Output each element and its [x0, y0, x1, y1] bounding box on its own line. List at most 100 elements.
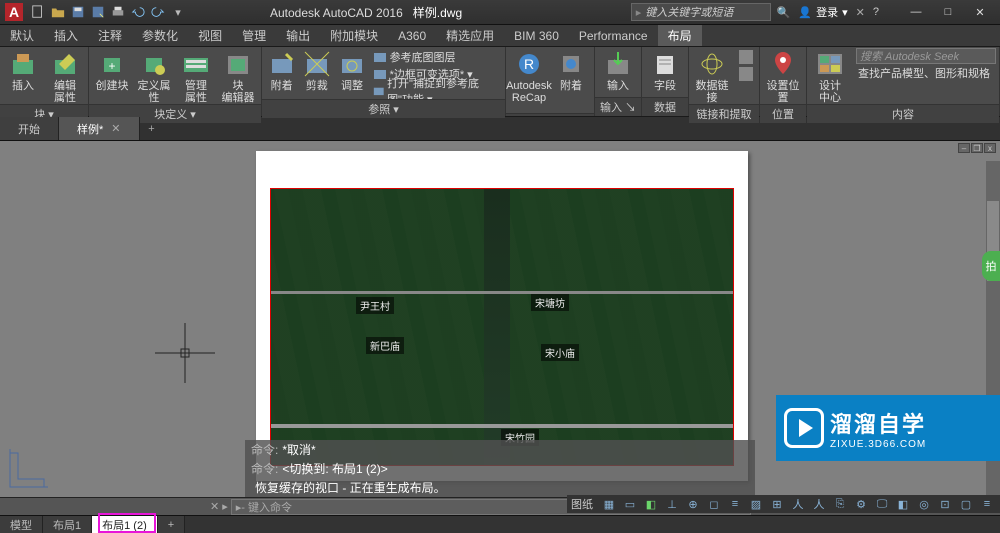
search-go-icon[interactable]: 🔍: [777, 6, 791, 19]
status-paper-icon[interactable]: ▭: [621, 496, 639, 512]
ribbon-tab-2[interactable]: 注释: [88, 25, 132, 46]
qat-save-icon[interactable]: [70, 4, 86, 20]
status-anno-icon[interactable]: 人: [789, 496, 807, 512]
qat-undo-icon[interactable]: [130, 4, 146, 20]
status-qp-icon[interactable]: ⊞: [768, 496, 786, 512]
ribbon-tab-4[interactable]: 视图: [188, 25, 232, 46]
ribbon-tab-10[interactable]: BIM 360: [504, 25, 569, 46]
layout-tab-2[interactable]: 布局1 (2): [92, 516, 158, 533]
panel-label-7[interactable]: 位置: [760, 104, 806, 123]
attach-button[interactable]: 附着: [265, 48, 298, 92]
panel-label-2[interactable]: 参照 ▾: [262, 99, 505, 118]
status-transparency-icon[interactable]: ▨: [747, 496, 765, 512]
status-grid-icon[interactable]: ▦: [600, 496, 618, 512]
qat-open-icon[interactable]: [50, 4, 66, 20]
qat-saveas-icon[interactable]: [90, 4, 106, 20]
layout-tab-add-button[interactable]: +: [158, 516, 185, 533]
edit-attr-button[interactable]: 编辑属性: [45, 48, 85, 104]
ribbon-tab-8[interactable]: A360: [388, 25, 436, 46]
manage-attr-button[interactable]: 管理属性: [176, 48, 216, 104]
status-ws-icon[interactable]: ⚙: [852, 496, 870, 512]
status-osnap-icon[interactable]: ◻: [705, 496, 723, 512]
drawing-area[interactable]: – ❐ x 尹王村宋塘坊新巴庙宋小庙宋竹园 命令:*取消*命令:<切换到: 布局…: [0, 141, 1000, 497]
status-custom-icon[interactable]: ≡: [978, 496, 996, 512]
cmdbar-arrow-icon[interactable]: ▸: [222, 500, 228, 513]
status-scale-icon[interactable]: ⎘: [831, 496, 849, 512]
map-label: 尹王村: [356, 297, 394, 314]
status-ortho-icon[interactable]: ⊥: [663, 496, 681, 512]
autodesk-seek-input[interactable]: 搜索 Autodesk Seek: [856, 48, 996, 64]
layout-tab-0[interactable]: 模型: [0, 516, 43, 533]
clip-button[interactable]: 剪裁: [300, 48, 333, 92]
status-units-icon[interactable]: ◧: [894, 496, 912, 512]
ribbon-tab-11[interactable]: Performance: [569, 25, 658, 46]
create-block-button[interactable]: +创建块: [92, 48, 132, 92]
block-editor-button[interactable]: 块编辑器: [218, 48, 258, 104]
doc-tab-add-button[interactable]: +: [140, 117, 164, 140]
status-monitor-icon[interactable]: 🖵: [873, 496, 891, 512]
status-isolate-icon[interactable]: ◎: [915, 496, 933, 512]
insert-button[interactable]: 插入: [3, 48, 43, 92]
underlay-layers-button[interactable]: 参考底图图层: [371, 48, 502, 65]
recap-button[interactable]: RAutodeskReCap: [509, 48, 549, 104]
doc-close-button[interactable]: x: [984, 143, 996, 153]
maximize-button[interactable]: □: [934, 2, 962, 22]
refresh-icon[interactable]: [736, 65, 756, 82]
qat-dropdown-icon[interactable]: ▾: [170, 4, 186, 20]
doc-tab-1[interactable]: 样例*✕: [59, 117, 140, 140]
svg-text:R: R: [524, 56, 534, 72]
ribbon-tab-0[interactable]: 默认: [0, 25, 44, 46]
layout-tab-1[interactable]: 布局1: [43, 516, 92, 533]
qat-print-icon[interactable]: [110, 4, 126, 20]
side-palette-handle[interactable]: 拍: [982, 251, 1000, 281]
status-snap-icon[interactable]: ◧: [642, 496, 660, 512]
watermark: 溜溜自学 ZIXUE.3D66.COM: [776, 395, 1000, 461]
btn-label: 块编辑器: [222, 80, 255, 104]
ribbon-tab-1[interactable]: 插入: [44, 25, 88, 46]
data-link-button[interactable]: 数据链接: [692, 48, 732, 104]
qat-new-icon[interactable]: [30, 4, 46, 20]
close-button[interactable]: ✕: [966, 2, 994, 22]
doctab-close-icon[interactable]: ✕: [111, 122, 120, 135]
signin-button[interactable]: 👤 登录 ▾: [798, 4, 847, 20]
set-location-button[interactable]: 设置位置: [763, 48, 803, 104]
ribbon-tab-6[interactable]: 输出: [276, 25, 320, 46]
ribbon-tab-3[interactable]: 参数化: [132, 25, 188, 46]
status-lwt-icon[interactable]: ≡: [726, 496, 744, 512]
help-icon[interactable]: ?: [873, 6, 879, 18]
import-button[interactable]: 输入: [598, 48, 638, 92]
status-hw-icon[interactable]: ⊡: [936, 496, 954, 512]
panel-label-8[interactable]: 内容: [807, 104, 999, 123]
panel-label-3[interactable]: [506, 113, 594, 116]
ribbon-tab-9[interactable]: 精选应用: [436, 25, 504, 46]
ribbon-tab-12[interactable]: 布局: [658, 25, 702, 46]
app-logo[interactable]: A: [5, 3, 23, 21]
def-attr-button[interactable]: 定义属性: [134, 48, 174, 104]
design-center-button[interactable]: 设计中心: [810, 48, 850, 104]
ribbon-tab-5[interactable]: 管理: [232, 25, 276, 46]
panel-label-5[interactable]: 数据: [642, 97, 688, 116]
doc-tab-0[interactable]: 开始: [0, 117, 59, 140]
status-mode-label[interactable]: 图纸: [571, 496, 593, 512]
adjust-icon: [338, 50, 366, 78]
ribbon-tab-7[interactable]: 附加模块: [320, 25, 388, 46]
status-annoscale-icon[interactable]: 人: [810, 496, 828, 512]
qat-redo-icon[interactable]: [150, 4, 166, 20]
minimize-button[interactable]: —: [902, 2, 930, 22]
status-polar-icon[interactable]: ⊕: [684, 496, 702, 512]
cmdbar-close-icon[interactable]: ✕: [210, 500, 219, 513]
table-icon[interactable]: [736, 48, 756, 65]
exchange-icon[interactable]: ✕: [856, 6, 865, 19]
panel-label-6[interactable]: 链接和提取: [689, 104, 759, 123]
doc-restore-button[interactable]: ❐: [971, 143, 983, 153]
attach2-button[interactable]: 附着: [551, 48, 591, 92]
snap-underlay-button[interactable]: 打开"捕捉到参考底图"功能 ▾: [371, 82, 502, 99]
panel-label-4[interactable]: 输入 ↘: [595, 97, 641, 116]
map-label: 新巴庙: [366, 337, 404, 354]
doc-minimize-button[interactable]: –: [958, 143, 970, 153]
layout-viewport[interactable]: 尹王村宋塘坊新巴庙宋小庙宋竹园: [270, 188, 734, 466]
status-clean-icon[interactable]: ▢: [957, 496, 975, 512]
field-button[interactable]: 字段: [645, 48, 685, 92]
adjust-button[interactable]: 调整: [335, 48, 368, 92]
help-search-input[interactable]: ▸键入关键字或短语: [631, 3, 771, 21]
